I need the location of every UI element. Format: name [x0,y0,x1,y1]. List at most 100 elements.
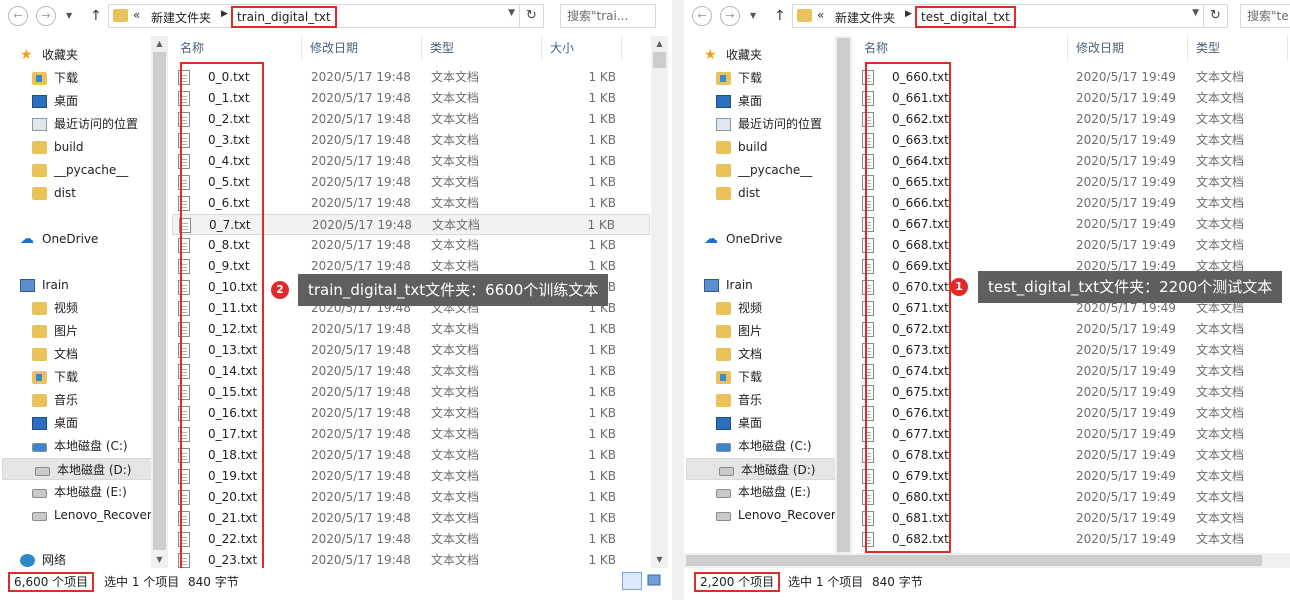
overflow-chevron-icon[interactable]: « [817,8,824,22]
scroll-down-icon[interactable]: ▼ [151,552,168,568]
nav-item[interactable]: dist [0,182,150,204]
breadcrumb-parent[interactable]: 新建文件夹 [151,9,211,26]
horizontal-scroll-thumb[interactable] [686,555,1262,566]
nav-item[interactable]: 音乐 [684,389,834,411]
search-box[interactable]: 搜索"trai... [560,4,656,28]
address-dropdown-icon[interactable]: ▼ [1192,8,1199,18]
column-name[interactable]: 名称 [856,36,1068,60]
nav-item[interactable]: ☁ OneDrive [684,228,834,250]
file-list-scroll-thumb[interactable] [653,52,666,68]
nav-item[interactable]: 图片 [684,320,834,342]
nav-item[interactable]: dist [684,182,834,204]
horizontal-scrollbar[interactable] [684,553,1290,568]
back-button[interactable]: ← [692,6,712,26]
nav-item[interactable]: __pycache__ [684,159,834,181]
nav-item[interactable]: 桌面 [684,412,834,434]
nav-item-label: build [54,140,84,154]
nav-item-label: dist [54,186,76,200]
column-name[interactable]: 名称 [172,36,302,60]
recent-locations-dropdown[interactable]: ▼ [66,8,72,24]
file-list-scrollbar[interactable]: ▲ ▼ [651,36,668,568]
refresh-button[interactable]: ↻ [1204,4,1228,28]
breadcrumb-separator-icon[interactable]: ▶ [221,9,228,19]
nav-item[interactable]: 桌面 [0,412,150,434]
nav-item[interactable]: 本地磁盘 (C:) [0,435,150,457]
nav-item[interactable]: Irain [684,274,834,296]
nav-item[interactable]: 本地磁盘 (D:) [2,458,152,480]
large-icons-view-icon[interactable] [646,572,664,590]
music-folder-icon [32,394,47,407]
nav-item[interactable]: 最近访问的位置 [684,113,834,135]
breadcrumb-current[interactable]: test_digital_txt [915,6,1016,28]
drive-icon [32,512,47,521]
nav-item[interactable]: 最近访问的位置 [0,113,150,135]
up-button[interactable]: ↑ [774,6,786,26]
nav-item[interactable]: 本地磁盘 (E:) [0,481,150,503]
nav-item[interactable]: 下载 [0,366,150,388]
details-view-icon[interactable] [622,572,642,590]
nav-item[interactable]: 图片 [0,320,150,342]
nav-item[interactable]: 文档 [0,343,150,365]
nav-item[interactable]: 下载 [0,67,150,89]
column-date[interactable]: 修改日期 [302,36,422,60]
nav-item[interactable]: __pycache__ [0,159,150,181]
nav-item[interactable]: Lenovo_Recovery [684,504,836,526]
nav-item[interactable]: 下载 [684,366,834,388]
recent-locations-dropdown[interactable]: ▼ [750,8,756,24]
nav-scrollbar[interactable]: ▲ ▼ [151,36,168,568]
column-type[interactable]: 类型 [1188,36,1288,60]
search-box[interactable]: 搜索"te [1240,4,1290,28]
nav-item[interactable]: 下载 [684,67,834,89]
nav-item-label: 本地磁盘 (E:) [738,485,811,499]
overflow-chevron-icon[interactable]: « [133,8,140,22]
nav-item[interactable]: 网络 [0,549,150,568]
file-type: 文本文档 [1196,217,1245,231]
breadcrumb-separator-icon[interactable]: ▶ [905,9,912,19]
file-date: 2020/5/17 19:49 [1076,448,1176,462]
download-folder-icon [716,371,731,384]
file-type: 文本文档 [1196,322,1245,336]
scroll-up-icon[interactable]: ▲ [651,36,668,52]
column-size[interactable]: 大小 [542,36,622,60]
column-header: ^ 名称 修改日期 类型 [856,36,1290,60]
nav-item[interactable]: 本地磁盘 (E:) [684,481,834,503]
selected-size: 840 字节 [872,575,923,589]
nav-item[interactable]: ★ 收藏夹 [0,44,150,66]
scroll-down-icon[interactable]: ▼ [651,552,668,568]
nav-item[interactable]: 本地磁盘 (D:) [686,458,836,480]
nav-scroll-thumb[interactable] [153,52,166,550]
column-date[interactable]: 修改日期 [1068,36,1188,60]
nav-item[interactable]: ☁ OneDrive [0,228,150,250]
nav-item[interactable]: 视频 [684,297,834,319]
file-date: 2020/5/17 19:48 [311,238,411,252]
nav-item[interactable]: 桌面 [0,90,150,112]
scroll-up-icon[interactable]: ▲ [151,36,168,52]
nav-item[interactable]: 桌面 [684,90,834,112]
up-button[interactable]: ↑ [90,6,102,26]
refresh-button[interactable]: ↻ [520,4,544,28]
nav-item[interactable]: 视频 [0,297,150,319]
nav-item[interactable]: 文档 [684,343,834,365]
nav-item[interactable]: Lenovo_Recovery [0,504,152,526]
nav-item[interactable]: build [684,136,834,158]
breadcrumb-parent[interactable]: 新建文件夹 [835,9,895,26]
file-type: 文本文档 [431,448,480,462]
forward-button[interactable]: → [720,6,740,26]
folder-icon [32,187,47,200]
nav-item[interactable]: 本地磁盘 (C:) [684,435,834,457]
address-bar[interactable]: « 新建文件夹 ▶ test_digital_txt ▼ [792,4,1204,28]
nav-item[interactable]: Irain [0,274,150,296]
nav-item[interactable]: build [0,136,150,158]
file-date: 2020/5/17 19:49 [1076,70,1176,84]
breadcrumb-current[interactable]: train_digital_txt [231,6,337,28]
back-button[interactable]: ← [8,6,28,26]
column-type[interactable]: 类型 [422,36,542,60]
file-type: 文本文档 [1196,469,1245,483]
address-dropdown-icon[interactable]: ▼ [508,8,515,18]
nav-scroll-thumb[interactable] [837,38,850,552]
nav-item[interactable]: ★ 收藏夹 [684,44,834,66]
nav-item[interactable]: 音乐 [0,389,150,411]
address-bar[interactable]: « 新建文件夹 ▶ train_digital_txt ▼ [108,4,520,28]
forward-button[interactable]: → [36,6,56,26]
nav-scrollbar[interactable] [835,36,852,554]
